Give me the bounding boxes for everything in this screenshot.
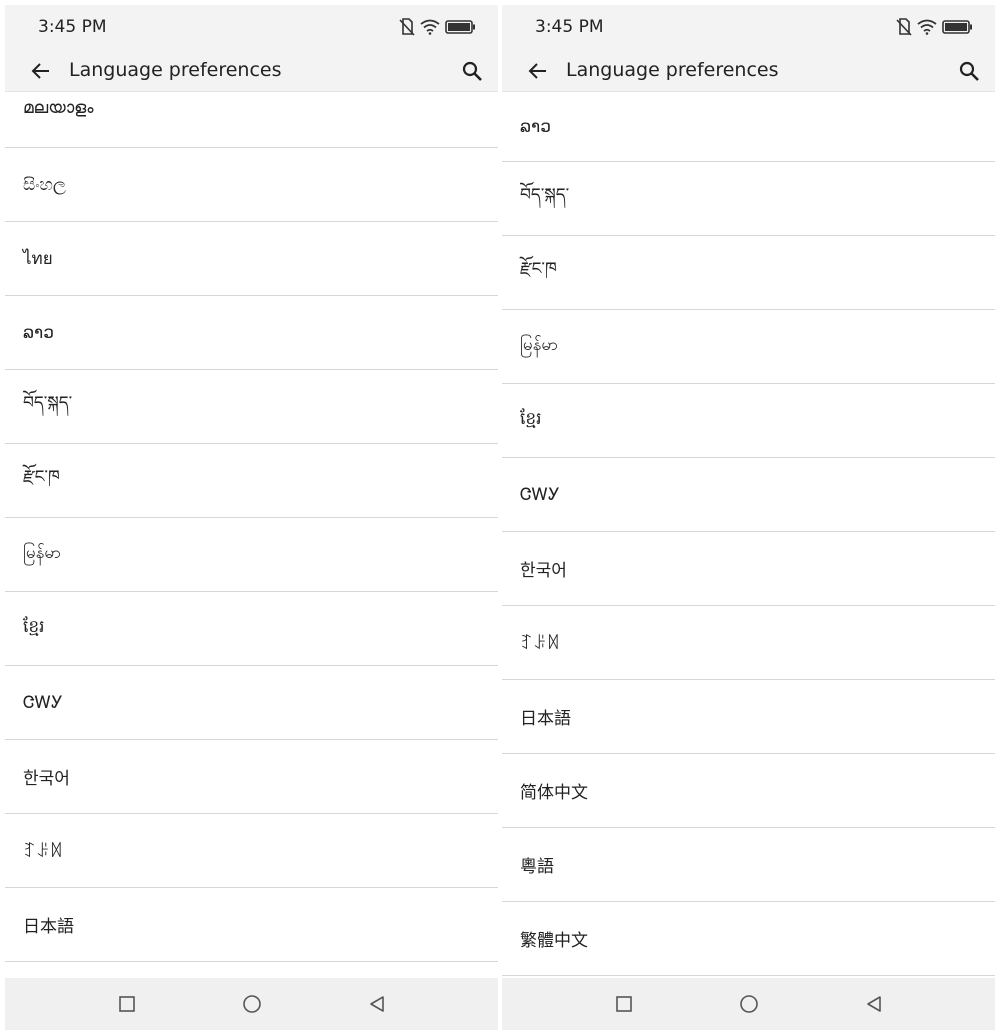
language-row[interactable]: 한국어 — [502, 532, 995, 606]
language-row[interactable]: ꆈꌠꉙ — [502, 606, 995, 680]
back-arrow-icon[interactable] — [29, 59, 53, 83]
language-row[interactable]: ไทย — [5, 222, 498, 296]
language-row[interactable]: ខ្មែរ — [502, 384, 995, 458]
recents-square-icon[interactable] — [115, 992, 139, 1016]
language-row[interactable]: 繁體中文 — [502, 902, 995, 976]
status-icons — [399, 18, 476, 36]
language-label: 日本語 — [23, 917, 74, 937]
language-row[interactable]: ᏣᎳᎩ — [5, 666, 498, 740]
language-row[interactable]: ខ្មែរ — [5, 592, 498, 666]
language-label: සිංහල — [23, 174, 66, 195]
language-label: བོད་སྐད་ — [23, 392, 73, 413]
status-time: 3:45 PM — [535, 17, 604, 37]
language-label: မြန်မာ — [520, 335, 559, 355]
wifi-icon — [917, 19, 937, 35]
language-label: ᏣᎳᎩ — [520, 484, 560, 505]
language-row[interactable]: ລາວ — [502, 92, 995, 162]
language-label: ລາວ — [520, 116, 551, 137]
language-row[interactable]: རྫོང་ཁ — [5, 444, 498, 518]
language-label: 日本語 — [520, 709, 571, 729]
status-bar: 3:45 PM — [5, 5, 498, 50]
language-label: རྫོང་ཁ — [23, 466, 60, 487]
language-row[interactable]: မြန်မာ — [502, 310, 995, 384]
status-time: 3:45 PM — [38, 17, 107, 37]
search-icon[interactable] — [957, 59, 981, 83]
back-arrow-icon[interactable] — [526, 59, 550, 83]
language-label: རྫོང་ཁ — [520, 258, 557, 279]
language-label: ꆈꌠꉙ — [23, 841, 63, 862]
language-row[interactable]: မြန်မာ — [5, 518, 498, 592]
language-label: 繁體中文 — [520, 931, 588, 951]
language-label: ខ្មែរ — [520, 409, 542, 429]
home-circle-icon[interactable] — [240, 992, 264, 1016]
language-label: ꆈꌠꉙ — [520, 633, 560, 654]
back-triangle-icon[interactable] — [365, 992, 389, 1016]
language-row[interactable]: മലയാളം — [5, 92, 498, 148]
language-row[interactable]: 简体中文 — [502, 754, 995, 828]
navigation-bar — [502, 978, 995, 1030]
language-row[interactable]: བོད་སྐད་ — [502, 162, 995, 236]
language-label: ᏣᎳᎩ — [23, 692, 63, 713]
phone-screen-right: 3:45 PM Language preferences ລາວ བོད་སྐད… — [502, 5, 995, 1030]
recents-square-icon[interactable] — [612, 992, 636, 1016]
language-label: ລາວ — [23, 322, 54, 343]
language-label: 한국어 — [520, 561, 567, 581]
language-list: മലയാളം සිංහල ไทย ລາວ བོད་སྐད་ རྫོང་ཁ မြန… — [5, 92, 498, 978]
language-row[interactable]: 日本語 — [502, 680, 995, 754]
language-row[interactable]: 한국어 — [5, 740, 498, 814]
back-triangle-icon[interactable] — [862, 992, 886, 1016]
language-label: 粵語 — [520, 857, 554, 877]
app-bar: Language preferences — [502, 50, 995, 92]
language-label: ខ្មែរ — [23, 617, 45, 637]
language-label: ไทย — [23, 249, 53, 269]
no-sim-icon — [399, 18, 415, 36]
language-row[interactable]: བོད་སྐད་ — [5, 370, 498, 444]
status-icons — [896, 18, 973, 36]
home-circle-icon[interactable] — [737, 992, 761, 1016]
language-label: မြန်မာ — [23, 543, 62, 563]
language-row[interactable]: ລາວ — [5, 296, 498, 370]
page-title: Language preferences — [69, 59, 282, 81]
wifi-icon — [420, 19, 440, 35]
navigation-bar — [5, 978, 498, 1030]
language-row[interactable]: རྫོང་ཁ — [502, 236, 995, 310]
language-row[interactable]: සිංහල — [5, 148, 498, 222]
search-icon[interactable] — [460, 59, 484, 83]
language-row[interactable]: ᏣᎳᎩ — [502, 458, 995, 532]
language-list: ລາວ བོད་སྐད་ རྫོང་ཁ မြန်မာ ខ្មែរ ᏣᎳᎩ 한국어… — [502, 92, 995, 978]
language-row[interactable]: ꆈꌠꉙ — [5, 814, 498, 888]
app-bar: Language preferences — [5, 50, 498, 92]
language-row[interactable]: 粵語 — [502, 828, 995, 902]
status-bar: 3:45 PM — [502, 5, 995, 50]
language-label: 한국어 — [23, 769, 70, 789]
language-row[interactable]: 日本語 — [5, 888, 498, 962]
language-label: മലയാളം — [23, 98, 94, 118]
phone-screen-left: 3:45 PM Language preferences മലയാളം සිංහ… — [5, 5, 498, 1030]
no-sim-icon — [896, 18, 912, 36]
battery-icon — [445, 20, 475, 34]
battery-icon — [942, 20, 972, 34]
language-label: 简体中文 — [520, 783, 588, 803]
page-title: Language preferences — [566, 59, 779, 81]
language-label: བོད་སྐད་ — [520, 184, 570, 205]
